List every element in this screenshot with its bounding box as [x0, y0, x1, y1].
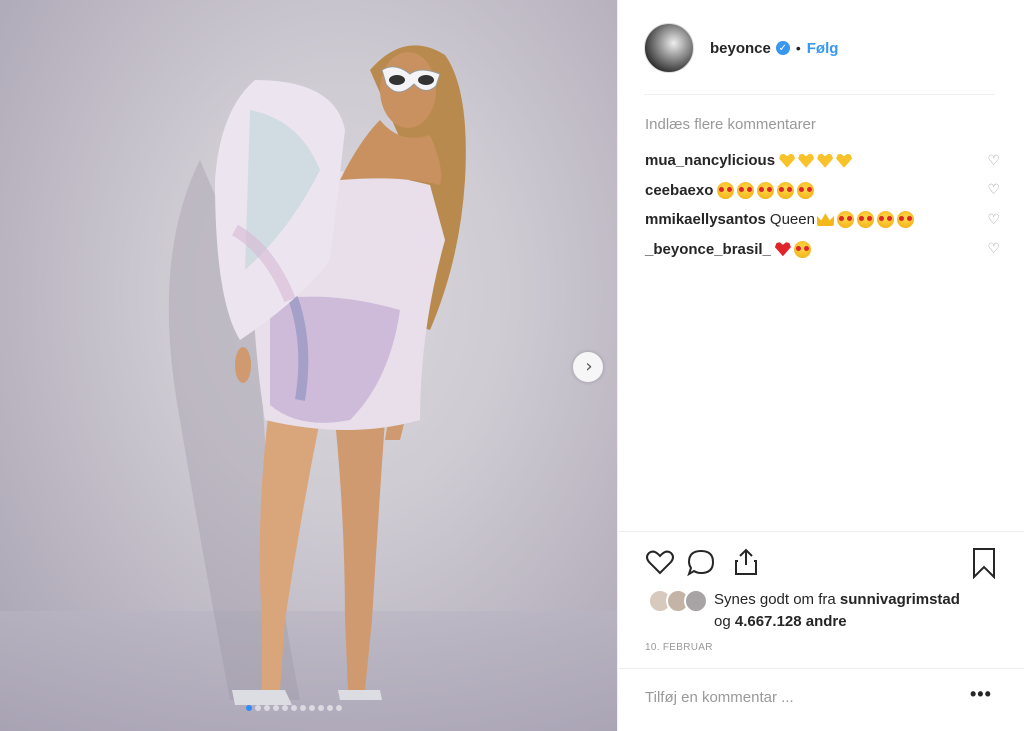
carousel-dot[interactable]	[336, 705, 342, 711]
comment-like-heart-icon[interactable]: ♡	[987, 153, 1000, 169]
likes-suffix[interactable]: andre	[806, 613, 847, 630]
author-username[interactable]: beyonce	[710, 40, 771, 57]
heart-eyes-icon	[737, 181, 755, 199]
heart-eyes-icon	[876, 211, 894, 229]
header-separator: •	[795, 40, 801, 56]
post-photo[interactable]: ›	[0, 0, 617, 731]
load-more-comments-link[interactable]: Indlæs flere kommentarer	[645, 116, 816, 133]
liked-by-username[interactable]: sunnivagrimstad	[840, 591, 960, 608]
add-comment-input[interactable]: Tilføj en kommentar ...	[645, 689, 794, 706]
comment-like-heart-icon[interactable]: ♡	[987, 241, 1000, 257]
carousel-dot[interactable]	[273, 705, 279, 711]
avatar[interactable]	[644, 23, 694, 73]
yellow-heart-icon	[779, 153, 796, 168]
divider	[618, 668, 1024, 669]
post-side-panel: beyonce ✓ • Følg Indlæs flere kommentare…	[617, 0, 1024, 731]
yellow-heart-icon	[817, 153, 834, 168]
likes-prefix: Synes godt om fra	[714, 591, 836, 608]
crown-icon	[816, 213, 834, 227]
post-header: beyonce ✓ • Følg	[644, 22, 838, 74]
comment-row: ceebaexo ♡	[645, 176, 1000, 206]
carousel-dot[interactable]	[327, 705, 333, 711]
chevron-right-icon: ›	[585, 356, 593, 377]
share-icon[interactable]	[731, 547, 761, 577]
comment-list: mua_nancylicious ♡ ceebaexo ♡ mmikaellysanto…	[645, 146, 1000, 264]
heart-eyes-icon	[836, 211, 854, 229]
comment-text: Queen	[769, 211, 815, 229]
like-heart-icon[interactable]	[645, 547, 675, 577]
comment-like-heart-icon[interactable]: ♡	[987, 212, 1000, 228]
heart-eyes-icon	[896, 211, 914, 229]
likes-summary: Synes godt om fra sunnivagrimstad og 4.6…	[714, 589, 960, 633]
heart-eyes-icon	[717, 181, 735, 199]
photo-figure	[168, 45, 466, 705]
divider	[644, 94, 995, 95]
follow-button[interactable]: Følg	[807, 40, 839, 57]
heart-eyes-icon	[757, 181, 775, 199]
yellow-heart-icon	[836, 153, 853, 168]
heart-eyes-icon	[777, 181, 795, 199]
carousel-dot[interactable]	[264, 705, 270, 711]
carousel-dot[interactable]	[246, 705, 252, 711]
likes-and: og	[714, 613, 731, 630]
comment-like-heart-icon[interactable]: ♡	[987, 182, 1000, 198]
carousel-dots	[246, 705, 342, 711]
yellow-heart-icon	[798, 153, 815, 168]
heart-eyes-icon	[856, 211, 874, 229]
comment-username[interactable]: ceebaexo	[645, 182, 713, 199]
comment-row: mmikaellysantos Queen ♡	[645, 205, 1000, 235]
heart-eyes-icon	[793, 240, 811, 258]
comment-bubble-icon[interactable]	[685, 547, 717, 579]
action-bar	[645, 547, 997, 579]
comment-row: mua_nancylicious ♡	[645, 146, 1000, 176]
comment-username[interactable]: _beyonce_brasil_	[645, 241, 771, 258]
carousel-dot[interactable]	[291, 705, 297, 711]
comment-row: _beyonce_brasil_ ♡	[645, 235, 1000, 265]
red-heart-icon	[774, 242, 791, 257]
comment-username[interactable]: mua_nancylicious	[645, 152, 775, 169]
carousel-dot[interactable]	[300, 705, 306, 711]
carousel-dot[interactable]	[255, 705, 261, 711]
liker-avatars	[648, 589, 708, 613]
likes-count[interactable]: 4.667.128	[735, 613, 802, 630]
avatar[interactable]	[684, 589, 708, 613]
bookmark-icon[interactable]	[971, 547, 997, 579]
carousel-dot[interactable]	[282, 705, 288, 711]
carousel-dot[interactable]	[309, 705, 315, 711]
likes-section: Synes godt om fra sunnivagrimstad og 4.6…	[648, 589, 960, 633]
comment-username[interactable]: mmikaellysantos	[645, 211, 766, 228]
carousel-next-button[interactable]: ›	[573, 352, 603, 382]
carousel-dot[interactable]	[318, 705, 324, 711]
divider	[618, 531, 1024, 532]
more-options-icon[interactable]: •••	[970, 684, 992, 705]
post-date[interactable]: 10. FEBRUAR	[645, 642, 713, 653]
verified-badge-icon: ✓	[775, 41, 790, 55]
heart-eyes-icon	[797, 181, 815, 199]
